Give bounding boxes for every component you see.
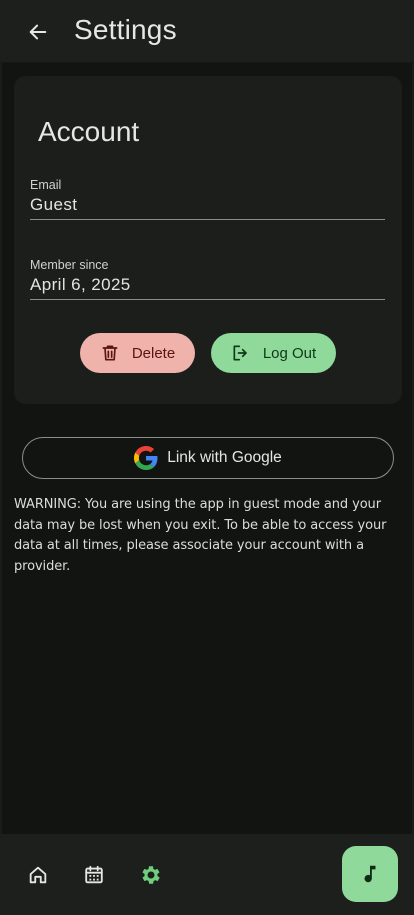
logout-label: Log Out [262, 344, 317, 362]
delete-label: Delete [131, 344, 176, 362]
trash-icon [102, 345, 118, 361]
calendar-icon [85, 865, 103, 884]
google-icon [134, 446, 158, 470]
link-google-label: Link with Google [167, 449, 282, 466]
music-note-icon [364, 865, 376, 883]
arrow-left-icon [29, 24, 47, 40]
account-title: Account [38, 116, 140, 147]
email-label: Email [30, 178, 62, 192]
delete-button[interactable]: Delete [80, 333, 195, 373]
member-since-value: April 6, 2025 [30, 275, 131, 294]
email-value: Guest [30, 195, 78, 214]
page-title: Settings [74, 14, 177, 45]
music-fab-button[interactable] [342, 846, 398, 902]
email-field-underline [30, 219, 385, 220]
nav-settings[interactable] [137, 862, 163, 888]
logout-button[interactable]: Log Out [211, 333, 336, 373]
bottom-nav [0, 834, 414, 915]
member-since-underline [30, 299, 385, 300]
gear-icon [142, 866, 160, 884]
nav-calendar[interactable] [81, 862, 107, 888]
account-card: Account Email Guest Member since April 6… [14, 76, 402, 404]
guest-warning-text: WARNING: You are using the app in guest … [14, 497, 387, 574]
link-google-button[interactable]: Link with Google [22, 437, 394, 479]
member-since-label: Member since [30, 258, 109, 272]
home-icon [29, 866, 47, 884]
back-button[interactable] [24, 18, 52, 46]
nav-home[interactable] [25, 862, 51, 888]
logout-icon [233, 345, 247, 361]
app-bar: Settings [0, 0, 414, 63]
